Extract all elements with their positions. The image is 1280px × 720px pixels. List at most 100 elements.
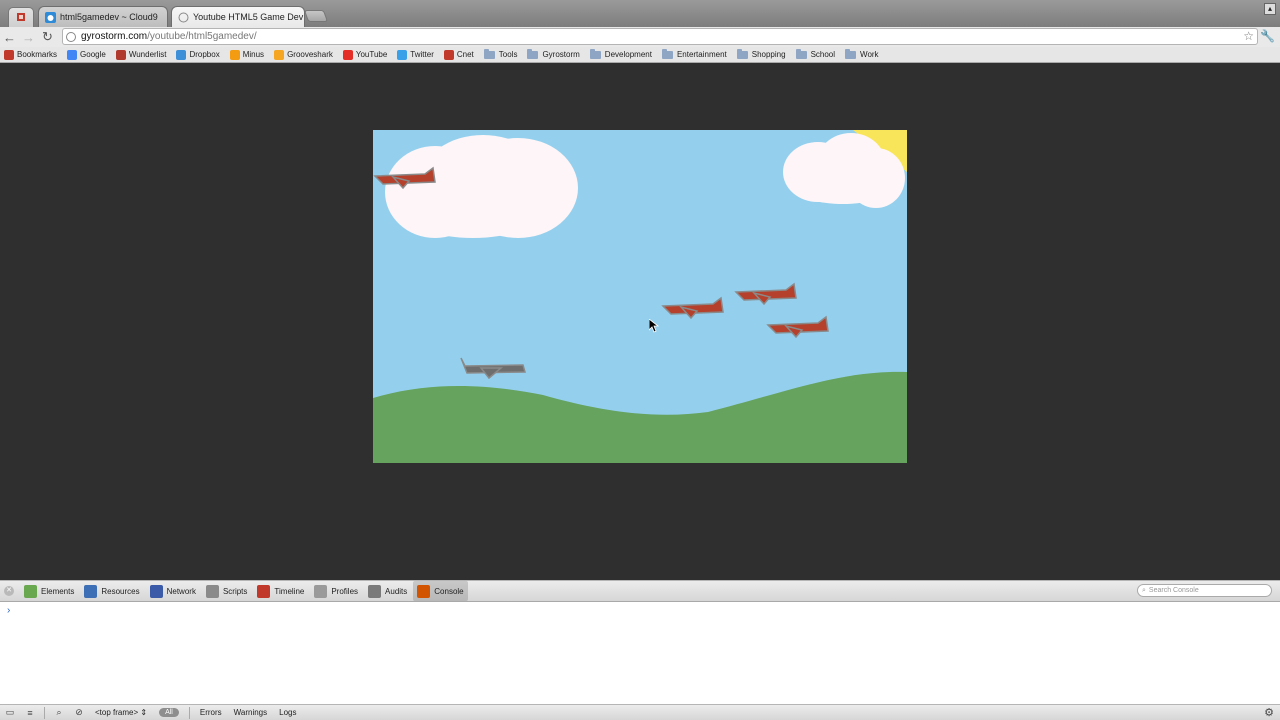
scripts-icon: [205, 584, 219, 598]
folder-icon: [483, 48, 495, 59]
tab-console[interactable]: Console: [413, 581, 468, 601]
search-icon[interactable]: ⌕: [53, 707, 65, 719]
browser-tabstrip: html5gamedev ~ Cloud9 Youtube HTML5 Game…: [0, 0, 1280, 27]
devtools-tab-label: Resources: [101, 586, 140, 596]
bookmark-work[interactable]: Work: [845, 48, 879, 59]
bookmark-shopping[interactable]: Shopping: [736, 48, 786, 59]
page-viewport: [0, 63, 1280, 580]
separator: [44, 706, 45, 719]
address-bar[interactable]: gyrostorm.com/youtube/html5gamedev/ ☆: [62, 28, 1258, 45]
bookmark-label: Bookmarks: [17, 50, 58, 59]
app-tab[interactable]: [8, 7, 34, 27]
folder-icon: [845, 48, 857, 59]
profiles-icon: [314, 584, 328, 598]
bookmark-gyrostorm[interactable]: Gyrostorm: [527, 48, 580, 59]
bookmark-bookmarks[interactable]: Bookmarks: [4, 49, 58, 60]
bookmark-grooveshark[interactable]: Grooveshark: [274, 49, 333, 60]
forward-button[interactable]: →: [19, 28, 38, 46]
dock-icon[interactable]: ▭: [4, 707, 16, 719]
youtube-icon: [342, 49, 353, 60]
folder-icon: [736, 48, 748, 59]
bookmark-label: Google: [80, 50, 106, 59]
google-icon: [67, 49, 78, 60]
bookmark-google[interactable]: Google: [67, 49, 106, 60]
devtools-tab-label: Console: [434, 586, 464, 596]
tab-network[interactable]: Network: [146, 581, 200, 601]
cloud-large: [385, 135, 578, 238]
globe-icon: [66, 31, 76, 42]
bookmark-label: Development: [604, 50, 652, 59]
wrench-menu-icon[interactable]: 🔧: [1260, 29, 1275, 43]
clear-console-icon[interactable]: ⊘: [73, 707, 85, 719]
twitter-icon: [397, 49, 408, 60]
console-icon: [417, 584, 431, 598]
resources-icon: [84, 584, 98, 598]
tab-elements[interactable]: Elements: [20, 581, 78, 601]
mouse-cursor-icon: [649, 319, 659, 333]
audits-icon: [368, 584, 382, 598]
reload-button[interactable]: ↻: [38, 28, 57, 46]
bookmark-label: Entertainment: [676, 50, 727, 59]
frame-selector[interactable]: <top frame> ⇕: [91, 708, 151, 717]
tab-resources[interactable]: Resources: [80, 581, 143, 601]
devtools-tabbar: ✕ Elements Resources Network Scripts Timelin…: [0, 580, 1280, 602]
close-devtools-icon[interactable]: ✕: [4, 586, 14, 596]
game-scene: [373, 130, 907, 463]
bookmark-star-icon[interactable]: ☆: [1243, 29, 1254, 43]
back-arrow-icon: ←: [3, 29, 16, 45]
bookmark-label: Tools: [498, 50, 518, 59]
search-console-input[interactable]: ⌕ Search Console: [1137, 584, 1272, 597]
folder-icon: [527, 48, 539, 59]
minus-icon: [229, 49, 240, 60]
bookmark-label: Twitter: [410, 50, 434, 59]
tab-profiles[interactable]: Profiles: [310, 581, 362, 601]
bookmark-minus[interactable]: Minus: [229, 49, 265, 60]
bookmark-label: Dropbox: [189, 50, 220, 59]
bookmark-tools[interactable]: Tools: [483, 48, 518, 59]
bookmark-label: Minus: [242, 50, 265, 59]
tab-label: Youtube HTML5 Game Dev T: [193, 12, 305, 22]
bookmark-label: Cnet: [456, 50, 474, 59]
filter-errors-button[interactable]: Errors: [200, 708, 222, 717]
folder-icon: [795, 48, 807, 59]
bookmark-cnet[interactable]: Cnet: [443, 49, 474, 60]
tab-cloud9[interactable]: html5gamedev ~ Cloud9: [38, 6, 168, 27]
bookmark-label: YouTube: [355, 50, 388, 59]
devtools-statusbar: ▭ ≡ ⌕ ⊘ <top frame> ⇕ All Errors Warning…: [0, 704, 1280, 720]
bookmark-school[interactable]: School: [795, 48, 836, 59]
bookmark-youtube[interactable]: YouTube: [342, 49, 388, 60]
game-canvas[interactable]: [373, 130, 907, 463]
bookmark-wunderlist[interactable]: Wunderlist: [115, 49, 166, 60]
timeline-icon: [257, 584, 271, 598]
bookmark-development[interactable]: Development: [589, 48, 652, 59]
filter-logs-button[interactable]: Logs: [279, 708, 296, 717]
page-favicon-icon: [178, 12, 189, 22]
fullscreen-icon[interactable]: ▴: [1264, 3, 1276, 15]
tab-audits[interactable]: Audits: [364, 581, 411, 601]
back-button[interactable]: ←: [0, 28, 19, 46]
cloud9-favicon-icon: [45, 11, 56, 23]
grooveshark-icon: [274, 49, 285, 60]
folder-icon: [661, 48, 673, 59]
show-console-icon[interactable]: ≡: [24, 707, 36, 719]
url-host: gyrostorm.com: [81, 31, 148, 42]
new-tab-button[interactable]: [303, 10, 329, 22]
bookmarks-bar: Bookmarks Google Wunderlist Dropbox Minus Gro…: [0, 47, 1280, 63]
bookmark-label: School: [810, 50, 836, 59]
tab-scripts[interactable]: Scripts: [202, 581, 251, 601]
gear-icon[interactable]: ⚙: [1264, 706, 1274, 719]
bookmark-twitter[interactable]: Twitter: [397, 49, 434, 60]
devtools-tab-label: Profiles: [331, 586, 359, 596]
tab-youtube-html5-game-dev[interactable]: Youtube HTML5 Game Dev T ✕: [171, 6, 305, 27]
filter-warnings-button[interactable]: Warnings: [234, 708, 268, 717]
search-console-placeholder: Search Console: [1148, 587, 1199, 594]
bookmark-label: Gyrostorm: [542, 50, 580, 59]
bookmark-dropbox[interactable]: Dropbox: [176, 49, 220, 60]
forward-arrow-icon: →: [22, 29, 35, 45]
cnet-icon: [443, 49, 454, 60]
tab-timeline[interactable]: Timeline: [253, 581, 308, 601]
filter-all-button[interactable]: All: [159, 708, 179, 717]
bookmark-entertainment[interactable]: Entertainment: [661, 48, 727, 59]
url-path: /youtube/html5gamedev/: [147, 31, 257, 42]
console-prompt[interactable]: ›: [7, 605, 10, 616]
